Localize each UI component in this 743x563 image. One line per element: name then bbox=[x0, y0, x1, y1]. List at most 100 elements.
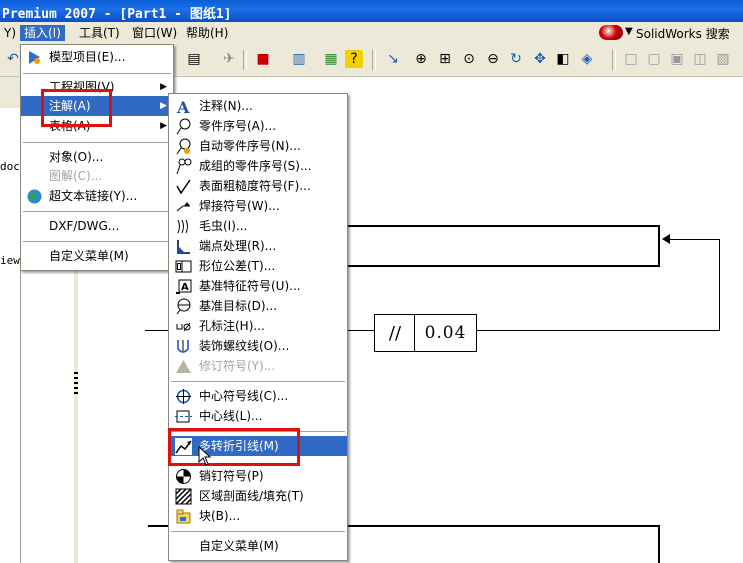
insert-menu: 模型项目(E)... 工程视图(V) ▶ 注解(A) ▶ 表格(A) ▶ 对象(… bbox=[20, 44, 174, 271]
window-layout-icon[interactable]: ▥ bbox=[290, 50, 308, 68]
tree-item-doc[interactable]: doc bbox=[0, 160, 20, 173]
menu-item-note[interactable]: A 注释(N)... bbox=[169, 96, 347, 117]
menu-view[interactable]: Y) bbox=[0, 25, 20, 41]
tolerance-symbol-cell[interactable]: // bbox=[374, 314, 416, 352]
menu-window[interactable]: 窗口(W) bbox=[128, 25, 181, 41]
tolerance-value-cell[interactable]: 0.04 bbox=[414, 314, 477, 352]
shaded-edges-icon: ◫ bbox=[693, 51, 707, 67]
submenu-arrow-icon: ▶ bbox=[160, 121, 167, 131]
menu-separator bbox=[23, 241, 171, 242]
align-icon[interactable]: ▤ bbox=[185, 50, 203, 68]
hidden-lines-icon: ▢ bbox=[647, 51, 661, 67]
menu-item-auto-balloon[interactable]: 自动零件序号(N)... bbox=[169, 136, 347, 156]
menu-tools[interactable]: 工具(T) bbox=[75, 25, 124, 41]
drawing-line bbox=[658, 525, 660, 563]
leader-arrow-icon bbox=[662, 234, 670, 244]
select-icon[interactable]: ↘ bbox=[384, 50, 402, 68]
model-items-icon bbox=[26, 49, 43, 66]
menu-separator bbox=[23, 142, 171, 143]
title-bar: Premium 2007 - [Part1 - 图纸1] bbox=[0, 0, 743, 22]
solidworks-search[interactable]: ▼ SolidWorks 搜索 bbox=[599, 24, 739, 42]
weld-symbol-icon bbox=[175, 198, 192, 215]
menu-item-block[interactable]: 块(B)... bbox=[169, 506, 347, 526]
menu-separator bbox=[23, 73, 171, 74]
end-treatment-icon bbox=[175, 238, 192, 255]
menu-item-object[interactable]: 对象(O)... bbox=[21, 147, 173, 167]
leader-line bbox=[719, 239, 720, 331]
feature-tree[interactable]: doc iew9 bbox=[0, 108, 27, 563]
stacked-balloon-icon bbox=[175, 158, 192, 175]
menu-item-end-treatment[interactable]: 端点处理(R)... bbox=[169, 236, 347, 256]
menu-item-model-items[interactable]: 模型项目(E)... bbox=[21, 47, 173, 67]
view-orientation-icon[interactable]: ◧ bbox=[554, 50, 572, 68]
zoom-in-out-icon[interactable]: ⊙ bbox=[460, 50, 478, 68]
solidworks-logo-icon bbox=[599, 25, 623, 40]
help-icon[interactable]: ? bbox=[345, 50, 363, 68]
datum-target-icon bbox=[175, 298, 192, 315]
menu-item-centerline[interactable]: 中心线(L)... bbox=[169, 406, 347, 426]
disabled-tool-icon: ✈ bbox=[223, 51, 235, 67]
perspective-icon: ▧ bbox=[716, 51, 730, 67]
display-style-icon[interactable]: ◈ bbox=[578, 50, 596, 68]
menu-item-hyperlink[interactable]: 超文本链接(Y)... bbox=[21, 186, 173, 206]
toolbar-separator bbox=[372, 50, 376, 70]
menu-separator bbox=[171, 531, 345, 532]
leader-line bbox=[668, 239, 720, 240]
zoom-selection-icon[interactable]: ⊖ bbox=[484, 50, 502, 68]
menu-item-dowel-pin[interactable]: 销钉符号(P) bbox=[169, 466, 347, 486]
menu-item-balloon[interactable]: 零件序号(A)... bbox=[169, 116, 347, 136]
rotate-icon[interactable]: ↻ bbox=[507, 50, 525, 68]
submenu-arrow-icon: ▶ bbox=[160, 82, 167, 92]
hole-callout-icon bbox=[175, 318, 192, 335]
zoom-area-icon[interactable]: ⊞ bbox=[436, 50, 454, 68]
mouse-cursor-icon bbox=[198, 445, 212, 466]
pan-icon[interactable]: ✥ bbox=[531, 50, 549, 68]
caterpillar-icon bbox=[175, 218, 192, 235]
shaded-icon: ▣ bbox=[670, 51, 684, 67]
menu-item-hole-callout[interactable]: 孔标注(H)... bbox=[169, 316, 347, 336]
properties-icon[interactable]: ▦ bbox=[322, 50, 340, 68]
search-label: SolidWorks 搜索 bbox=[636, 27, 730, 41]
note-icon: A bbox=[175, 98, 192, 117]
toolbar-separator bbox=[243, 50, 247, 70]
parallelism-symbol: // bbox=[388, 323, 402, 344]
dowel-pin-icon bbox=[175, 468, 192, 485]
menu-item-weld-symbol[interactable]: 焊接符号(W)... bbox=[169, 196, 347, 216]
centerline-icon bbox=[175, 408, 192, 425]
balloon-icon bbox=[175, 118, 192, 135]
menu-item-picture: 图解(C)... bbox=[49, 169, 103, 183]
revision-symbol-icon bbox=[175, 358, 192, 375]
menu-item-cosmetic-thread[interactable]: 装饰螺纹线(O)... bbox=[169, 336, 347, 356]
dropdown-arrow-icon[interactable]: ▼ bbox=[625, 26, 633, 37]
menu-item-customize-menu[interactable]: 自定义菜单(M) bbox=[21, 246, 173, 266]
menu-item-datum-target[interactable]: 基准目标(D)... bbox=[169, 296, 347, 316]
callout-box-annotations bbox=[41, 89, 112, 127]
menu-separator bbox=[171, 381, 345, 382]
window-title: Premium 2007 - [Part1 - 图纸1] bbox=[2, 7, 232, 22]
menu-item-center-mark[interactable]: 中心符号线(C)... bbox=[169, 386, 347, 406]
wireframe-icon: □ bbox=[624, 51, 638, 67]
toolbar-separator bbox=[612, 50, 616, 70]
menu-separator bbox=[23, 211, 171, 212]
datum-feature-icon: A bbox=[175, 278, 192, 295]
geometric-tolerance-icon bbox=[175, 258, 192, 275]
menu-item-area-hatch[interactable]: 区域剖面线/填充(T) bbox=[169, 486, 347, 506]
area-hatch-icon bbox=[175, 488, 192, 505]
menu-item-geometric-tolerance[interactable]: 形位公差(T)... bbox=[169, 256, 347, 276]
zoom-fit-icon[interactable]: ⊕ bbox=[412, 50, 430, 68]
submenu-arrow-icon: ▶ bbox=[160, 101, 167, 111]
menu-item-dxf-dwg[interactable]: DXF/DWG... bbox=[21, 216, 173, 236]
menu-item-caterpillar[interactable]: 毛虫(I)... bbox=[169, 216, 347, 236]
menu-item-customize-menu-sub[interactable]: 自定义菜单(M) bbox=[169, 536, 347, 556]
cosmetic-thread-icon bbox=[175, 338, 192, 355]
appearance-icon[interactable]: ■ bbox=[254, 50, 272, 68]
menu-insert[interactable]: 插入(I) bbox=[20, 25, 65, 41]
globe-icon bbox=[26, 188, 43, 205]
block-icon bbox=[175, 508, 192, 525]
svg-text:A: A bbox=[181, 282, 189, 293]
menu-item-revision-symbol: 修订符号(Y)... bbox=[169, 356, 347, 376]
menu-item-stacked-balloon[interactable]: 成组的零件序号(S)... bbox=[169, 156, 347, 176]
menu-item-datum-feature[interactable]: A 基准特征符号(U)... bbox=[169, 276, 347, 296]
menu-help[interactable]: 帮助(H) bbox=[182, 25, 232, 41]
menu-item-surface-finish[interactable]: 表面粗糙度符号(F)... bbox=[169, 176, 347, 196]
